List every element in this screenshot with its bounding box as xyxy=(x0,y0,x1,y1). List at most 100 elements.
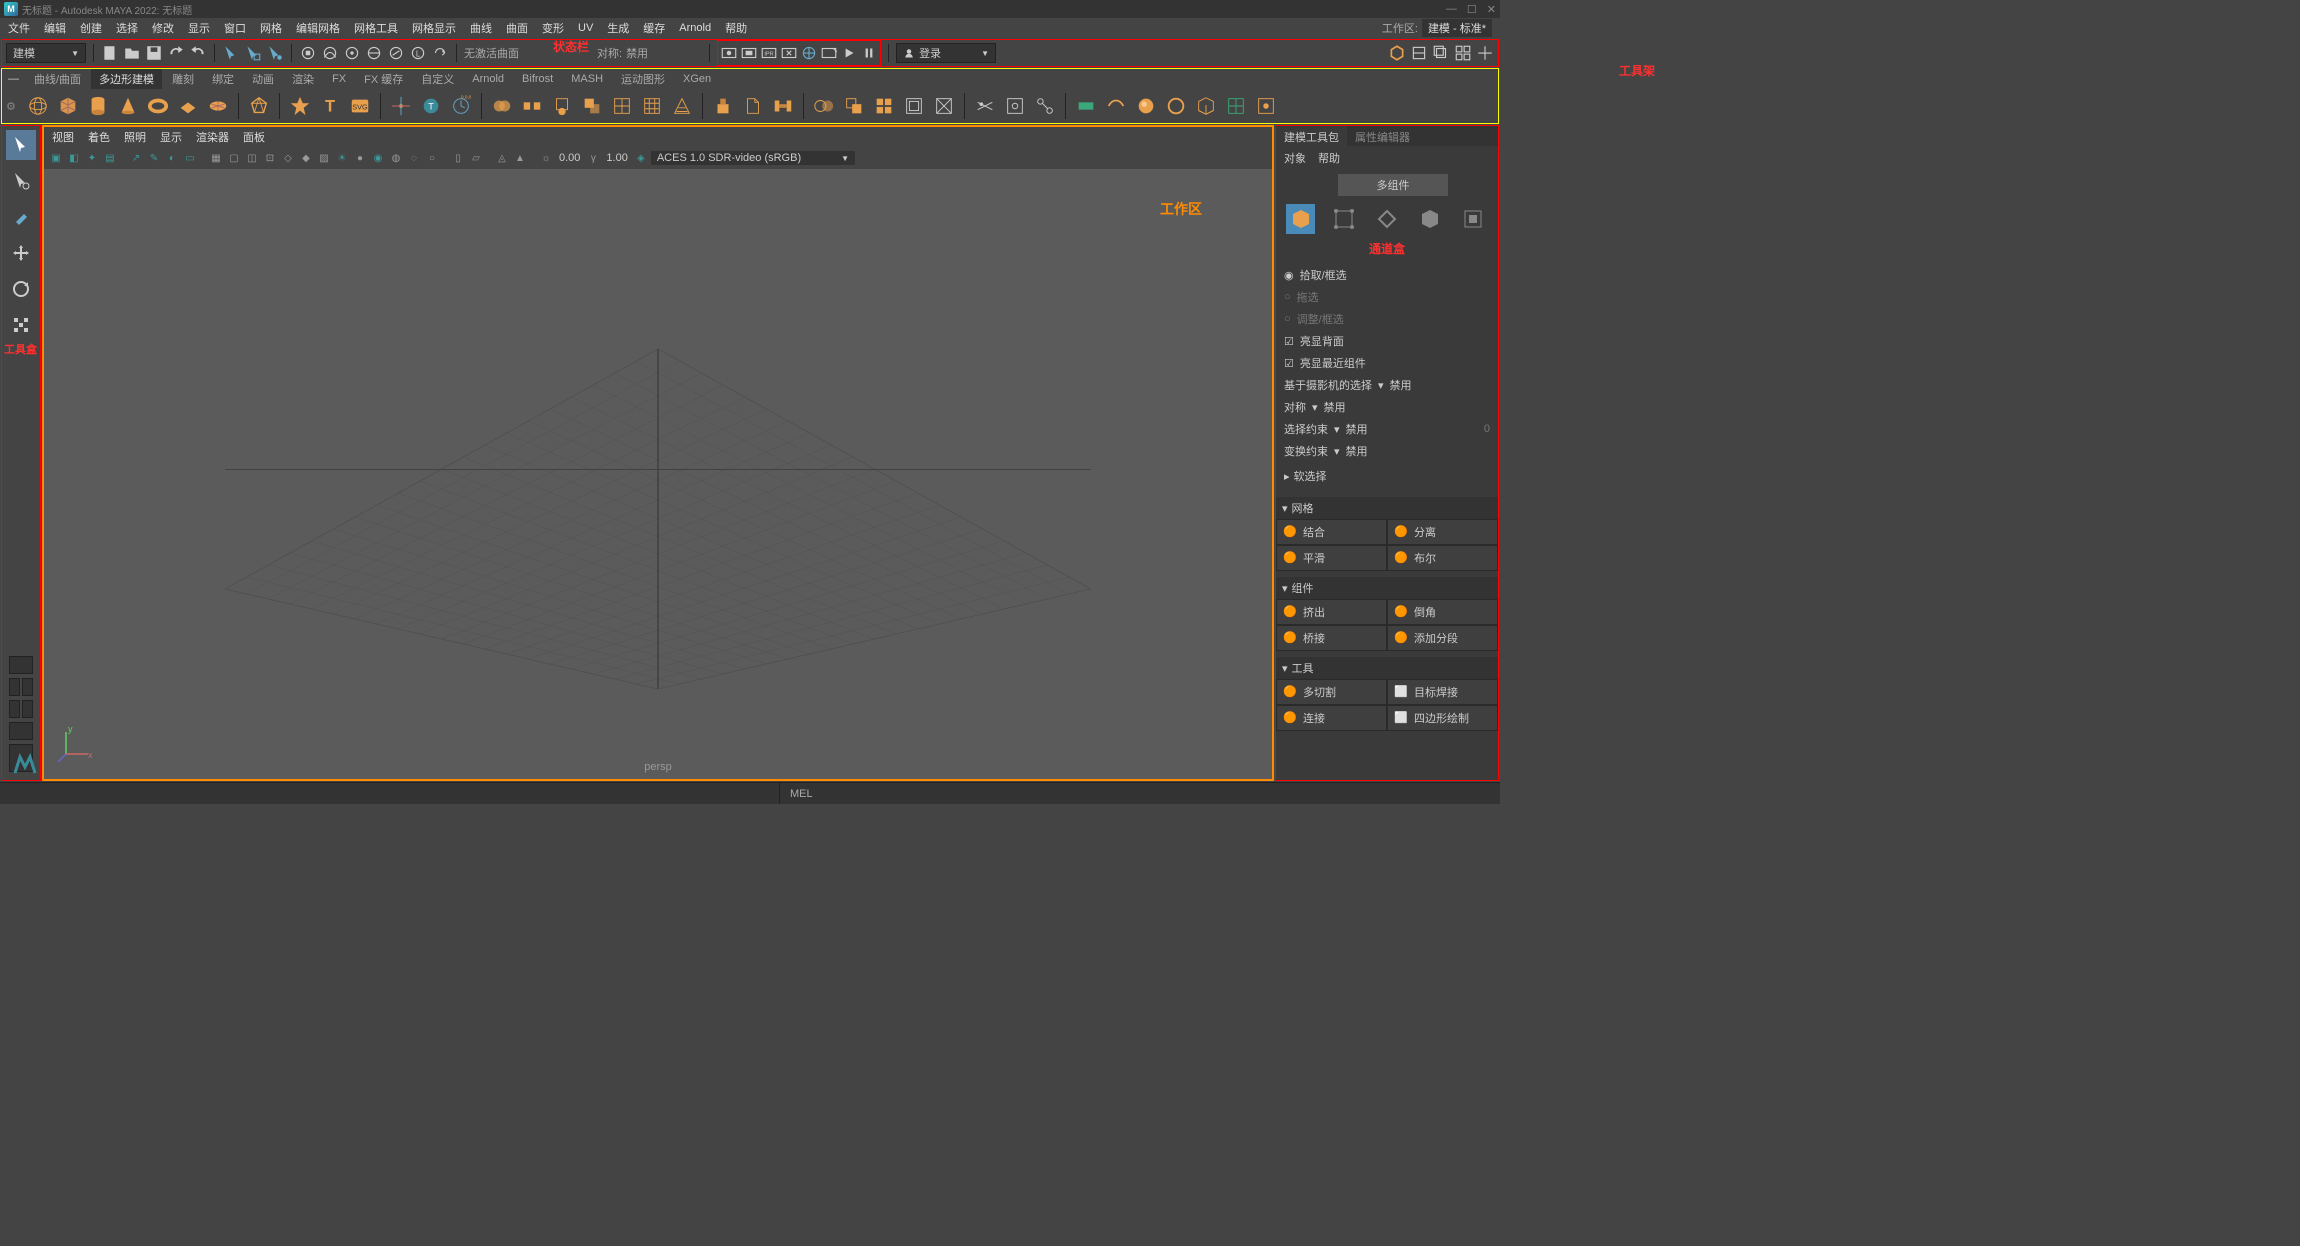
panel-menu-help[interactable]: 帮助 xyxy=(1318,150,1340,166)
snap-live-icon[interactable]: L xyxy=(409,44,427,62)
poly-sphere-icon[interactable] xyxy=(26,94,50,118)
section-tools-header[interactable]: ▾工具 xyxy=(1276,657,1498,679)
shelf-tab-sculpt[interactable]: 雕刻 xyxy=(164,69,202,89)
view-menu-lighting[interactable]: 照明 xyxy=(124,129,146,145)
vp-safeaction-icon[interactable]: ⊡ xyxy=(262,150,278,166)
poly-torus-icon[interactable] xyxy=(146,94,170,118)
module-selector[interactable]: 建模▼ xyxy=(6,43,86,63)
poly-remesh-icon[interactable] xyxy=(640,94,664,118)
menu-display[interactable]: 显示 xyxy=(188,20,210,36)
vp-isolate-icon[interactable]: ▯ xyxy=(450,150,466,166)
shelf-collapse-icon[interactable]: — xyxy=(8,73,19,85)
view-menu-display[interactable]: 显示 xyxy=(160,129,182,145)
menu-generate[interactable]: 生成 xyxy=(607,20,629,36)
section-component-header[interactable]: ▾组件 xyxy=(1276,577,1498,599)
tool-connect[interactable]: 🟠连接 xyxy=(1276,705,1387,731)
poly-make-live-icon[interactable] xyxy=(1254,94,1278,118)
tool-adddiv[interactable]: 🟠添加分段 xyxy=(1387,625,1498,651)
menu-select[interactable]: 选择 xyxy=(116,20,138,36)
sym-panel-value[interactable]: 禁用 xyxy=(1324,399,1346,415)
radio-tweak-icon[interactable]: ○ xyxy=(1284,313,1291,325)
poly-platonic-icon[interactable] xyxy=(247,94,271,118)
poly-history-icon[interactable]: 0,0,0 xyxy=(449,94,473,118)
vp-gamma-value[interactable]: 1.00 xyxy=(603,152,630,164)
save-scene-icon[interactable] xyxy=(145,44,163,62)
radio-pick-icon[interactable]: ◉ xyxy=(1284,269,1294,282)
check-hlback-icon[interactable]: ☑ xyxy=(1284,335,1294,348)
check-hlnear-icon[interactable]: ☑ xyxy=(1284,357,1294,370)
poly-svg-icon[interactable]: SVG xyxy=(348,94,372,118)
poly-uvplanar-icon[interactable] xyxy=(902,94,926,118)
poly-superquad-icon[interactable] xyxy=(288,94,312,118)
tool-extrude[interactable]: 🟠挤出 xyxy=(1276,599,1387,625)
poly-reduce-icon[interactable] xyxy=(610,94,634,118)
radio-drag-icon[interactable]: ○ xyxy=(1284,291,1291,303)
shelf-tab-fx[interactable]: FX xyxy=(324,71,354,87)
menu-uv[interactable]: UV xyxy=(578,22,593,34)
xform-value[interactable]: 禁用 xyxy=(1346,443,1368,459)
menu-curve[interactable]: 曲线 xyxy=(470,20,492,36)
poly-sculpt-smooth-icon[interactable] xyxy=(1164,94,1188,118)
menu-edit[interactable]: 编辑 xyxy=(44,20,66,36)
poly-connect-icon[interactable] xyxy=(1033,94,1057,118)
lasso-tool[interactable] xyxy=(6,166,36,196)
vp-camera-attr-icon[interactable]: ◧ xyxy=(66,150,82,166)
vp-light-icon[interactable]: ☀ xyxy=(334,150,350,166)
vp-textured-icon[interactable]: ▨ xyxy=(316,150,332,166)
vp-dof-icon[interactable]: ○ xyxy=(424,150,440,166)
new-scene-icon[interactable] xyxy=(101,44,119,62)
play-blast-icon[interactable] xyxy=(840,44,858,62)
view-menu-renderer[interactable]: 渲染器 xyxy=(196,129,229,145)
render-frame-icon[interactable] xyxy=(720,44,738,62)
shelf-tab-custom[interactable]: 自定义 xyxy=(413,69,462,89)
tool-boolean[interactable]: 🟠布尔 xyxy=(1387,545,1498,571)
select-object-icon[interactable] xyxy=(244,44,262,62)
vp-2dpan-icon[interactable]: ↗ xyxy=(128,150,144,166)
camera-select-value[interactable]: 禁用 xyxy=(1390,377,1412,393)
opt-pick[interactable]: 拾取/框选 xyxy=(1300,267,1347,283)
render-sequence-icon[interactable] xyxy=(820,44,838,62)
menu-mesh-display[interactable]: 网格显示 xyxy=(412,20,456,36)
shelf-tab-arnold[interactable]: Arnold xyxy=(464,71,512,87)
snap-point-icon[interactable] xyxy=(343,44,361,62)
tool-bevel[interactable]: 🟠倒角 xyxy=(1387,599,1498,625)
poly-targetweld-icon[interactable] xyxy=(1003,94,1027,118)
layout-4-button[interactable] xyxy=(9,722,33,740)
layout-single-button[interactable] xyxy=(9,656,33,674)
shelf-tab-render[interactable]: 渲染 xyxy=(284,69,322,89)
poly-type-icon[interactable]: T xyxy=(318,94,342,118)
poly-sculpt-relax-icon[interactable] xyxy=(1194,94,1218,118)
menu-window[interactable]: 窗口 xyxy=(224,20,246,36)
poly-mirror-icon[interactable] xyxy=(812,94,836,118)
opt-drag[interactable]: 拖选 xyxy=(1297,289,1319,305)
select-hierarchy-icon[interactable] xyxy=(222,44,240,62)
menu-edit-mesh[interactable]: 编辑网格 xyxy=(296,20,340,36)
poly-cylinder-icon[interactable] xyxy=(86,94,110,118)
menu-arnold[interactable]: Arnold xyxy=(679,22,711,34)
maximize-button[interactable]: ☐ xyxy=(1467,3,1477,16)
vp-shaded-icon[interactable]: ◆ xyxy=(298,150,314,166)
vp-fog-icon[interactable]: ◌ xyxy=(406,150,422,166)
tool-smooth[interactable]: 🟠平滑 xyxy=(1276,545,1387,571)
pause-render-icon[interactable] xyxy=(860,44,878,62)
vp-wireframe-icon[interactable]: ◇ xyxy=(280,150,296,166)
snap-curve-icon[interactable] xyxy=(321,44,339,62)
layout-2a-button[interactable] xyxy=(9,678,20,696)
scale-tool[interactable] xyxy=(6,310,36,340)
select-tool[interactable] xyxy=(6,130,36,160)
object-mode-icon[interactable] xyxy=(1286,204,1315,234)
vp-xrayjoint-icon[interactable]: ◬ xyxy=(494,150,510,166)
sweep-mesh-icon[interactable] xyxy=(1074,94,1098,118)
tab-attribute-editor[interactable]: 属性编辑器 xyxy=(1347,126,1418,146)
panel-menu-object[interactable]: 对象 xyxy=(1284,150,1306,166)
opt-hlnear[interactable]: 亮显最近组件 xyxy=(1300,355,1366,371)
layout-3a-button[interactable] xyxy=(9,700,20,718)
script-lang-label[interactable]: MEL xyxy=(780,788,823,800)
vertex-mode-icon[interactable] xyxy=(1329,204,1358,234)
poly-retopo-icon[interactable] xyxy=(670,94,694,118)
poly-smooth-icon[interactable] xyxy=(550,94,574,118)
opt-hlback[interactable]: 亮显背面 xyxy=(1300,333,1344,349)
vp-grease-icon[interactable]: ✎ xyxy=(146,150,162,166)
hud-toggle-icon[interactable] xyxy=(1410,44,1428,62)
menu-deform[interactable]: 变形 xyxy=(542,20,564,36)
